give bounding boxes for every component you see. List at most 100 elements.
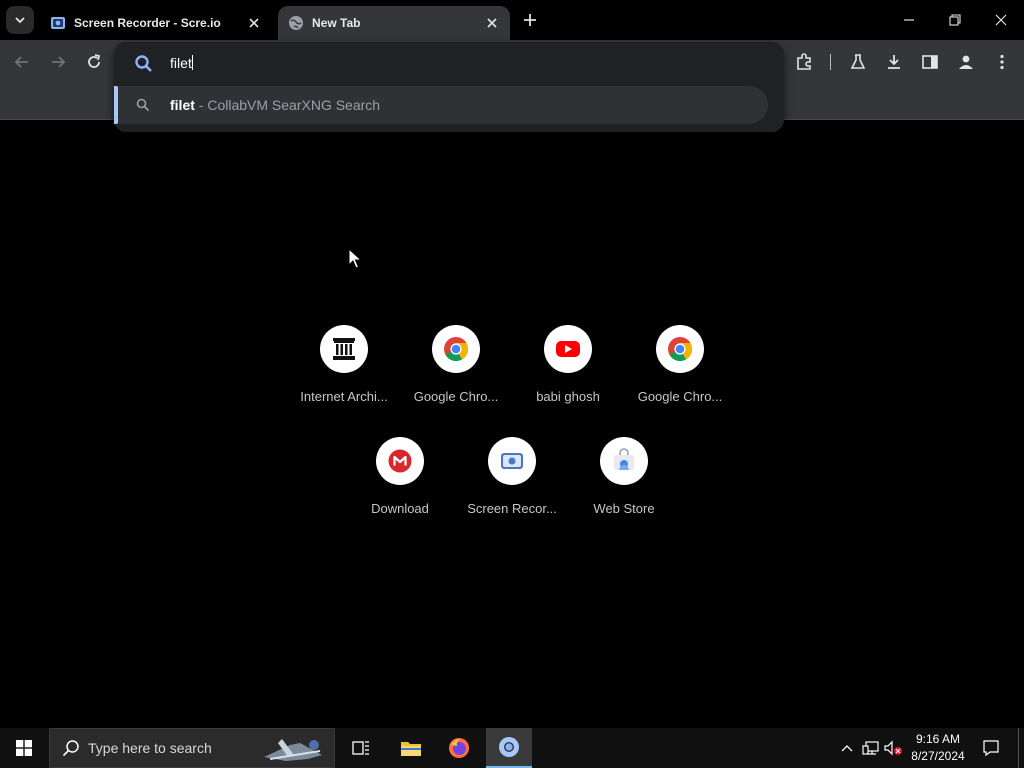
minimize-icon [904, 19, 914, 21]
new-tab-button[interactable] [518, 8, 542, 32]
text-caret [191, 55, 193, 70]
downloads-button[interactable] [882, 50, 906, 74]
globe-icon [289, 16, 303, 30]
reload-icon [88, 54, 101, 68]
shortcut-tile [488, 437, 536, 485]
omnibox-suggestion[interactable]: filet - CollabVM SearXNG Search [114, 86, 768, 124]
extensions-button[interactable] [792, 50, 816, 74]
shortcut-tile [600, 437, 648, 485]
shortcut-label: Web Store [593, 501, 655, 516]
web-store-icon [614, 448, 634, 470]
show-desktop-button[interactable] [1018, 728, 1024, 768]
close-icon [487, 18, 497, 28]
taskbar-search-box[interactable]: Type here to search [49, 728, 335, 768]
notification-icon [983, 740, 999, 757]
chrome-icon [499, 737, 519, 757]
screen: Screen Recorder - Scre.io New Tab filet … [0, 0, 1024, 768]
taskbar-file-explorer[interactable] [388, 728, 434, 768]
close-icon [249, 18, 259, 28]
shortcut-tile [656, 325, 704, 373]
volume-muted-icon [884, 740, 902, 756]
clock-date: 8/27/2024 [911, 749, 965, 763]
action-center-button[interactable] [976, 728, 1006, 768]
tab-new-tab[interactable]: New Tab [278, 6, 510, 40]
suggestion-query: filet [170, 97, 195, 113]
tab-title: Screen Recorder - Scre.io [74, 16, 221, 30]
tab-title: New Tab [312, 16, 361, 30]
forward-button[interactable] [46, 50, 70, 74]
search-highlight-illustration-icon [264, 739, 322, 761]
chevron-down-icon [15, 17, 25, 24]
tab-close-button[interactable] [484, 15, 500, 31]
screen-recorder-icon [501, 453, 523, 469]
mega-icon [388, 449, 412, 473]
taskbar-clock[interactable]: 9:16 AM 8/27/2024 [904, 731, 972, 765]
person-icon [959, 55, 973, 69]
shortcut-tile [376, 437, 424, 485]
shortcut-babi-ghosh[interactable]: babi ghosh [512, 325, 624, 425]
download-icon [888, 55, 900, 69]
taskbar-chrome[interactable] [486, 728, 532, 768]
shortcut-label: Internet Archi... [300, 389, 388, 404]
shortcut-tile [544, 325, 592, 373]
shortcut-screen-recorder[interactable]: Screen Recor... [456, 437, 568, 537]
windows-logo-icon [16, 740, 32, 756]
arrow-left-icon [14, 56, 28, 68]
show-hidden-icons-button[interactable] [836, 728, 858, 768]
omnibox-dropdown: filet filet - CollabVM SearXNG Search [114, 42, 784, 132]
back-button[interactable] [10, 50, 34, 74]
profile-button[interactable] [954, 50, 978, 74]
firefox-icon [449, 738, 469, 758]
clock-time: 9:16 AM [915, 732, 961, 746]
screen-recorder-favicon-icon [51, 17, 65, 29]
start-button[interactable] [0, 728, 48, 768]
shortcut-internet-archive[interactable]: Internet Archi... [288, 325, 400, 425]
tab-strip: Screen Recorder - Scre.io New Tab [0, 0, 1024, 40]
shortcut-google-chrome-2[interactable]: Google Chro... [624, 325, 736, 425]
shortcut-tile [320, 325, 368, 373]
restore-button[interactable] [932, 0, 978, 40]
shortcut-label: Download [371, 501, 429, 516]
shortcut-download[interactable]: Download [344, 437, 456, 537]
tab-screen-recorder[interactable]: Screen Recorder - Scre.io [40, 6, 272, 40]
tab-search-button[interactable] [6, 6, 34, 34]
minimize-button[interactable] [886, 0, 932, 40]
task-view-icon [352, 741, 369, 755]
shortcut-google-chrome-1[interactable]: Google Chro... [400, 325, 512, 425]
taskbar-search-placeholder: Type here to search [88, 740, 212, 756]
restore-icon [949, 14, 961, 26]
task-view-button[interactable] [338, 728, 384, 768]
suggestion-highlight-bar [114, 86, 118, 124]
toolbar-divider [830, 54, 831, 70]
puzzle-icon [797, 53, 811, 70]
chrome-icon [668, 337, 693, 362]
volume-button[interactable] [882, 728, 904, 768]
reload-button[interactable] [82, 50, 106, 74]
chevron-up-icon [841, 745, 853, 752]
plus-icon [524, 14, 536, 26]
internet-archive-icon [333, 338, 355, 360]
shortcut-web-store[interactable]: Web Store [568, 437, 680, 537]
shortcut-tile [432, 325, 480, 373]
network-icon [862, 741, 879, 755]
close-icon [995, 14, 1007, 26]
shortcut-label: Screen Recor... [467, 501, 557, 516]
search-icon [135, 55, 152, 72]
windows-taskbar: Type here to search 9:16 AM 8/27/2024 [0, 728, 1024, 768]
close-window-button[interactable] [978, 0, 1024, 40]
side-panel-button[interactable] [918, 50, 942, 74]
arrow-right-icon [52, 56, 66, 68]
address-bar-value: filet [170, 55, 192, 71]
flask-icon [850, 54, 866, 69]
youtube-icon [556, 341, 580, 357]
tab-close-button[interactable] [246, 15, 262, 31]
network-status-button[interactable] [860, 728, 882, 768]
menu-button[interactable] [990, 50, 1014, 74]
suggestion-separator: - [194, 97, 208, 113]
search-icon [136, 98, 150, 112]
taskbar-firefox[interactable] [436, 728, 482, 768]
chrome-icon [444, 337, 469, 362]
labs-button[interactable] [846, 50, 870, 74]
side-panel-icon [922, 55, 938, 69]
address-bar-input[interactable]: filet [170, 55, 193, 71]
